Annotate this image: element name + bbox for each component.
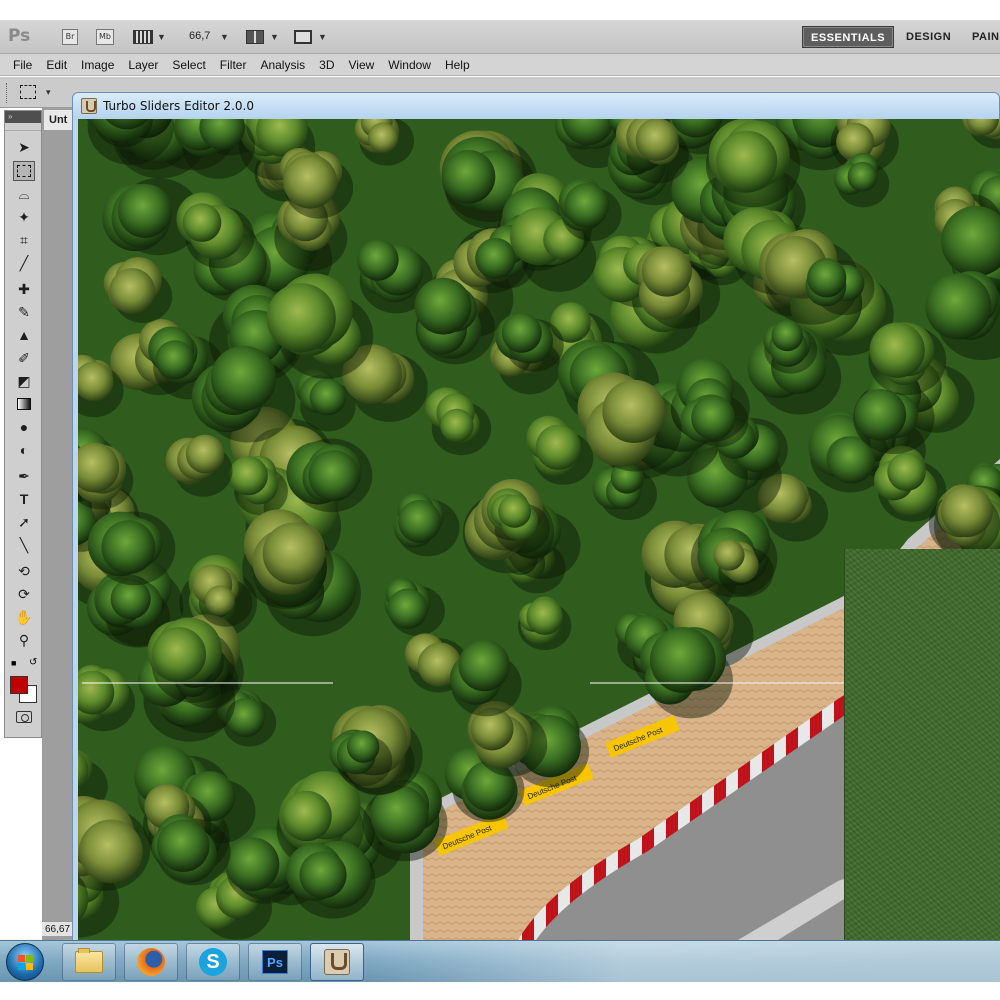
panel-collapse-icon[interactable]: » (5, 111, 41, 123)
workspace-essentials-button[interactable]: ESSENTIALS (802, 26, 895, 48)
taskbar: S Ps (0, 940, 1000, 983)
move-icon[interactable]: ➤ (13, 137, 35, 157)
windows-explorer-button[interactable] (62, 943, 116, 981)
firefox-icon (137, 948, 165, 976)
crop-icon[interactable]: ⌗ (13, 230, 35, 250)
view-extras-button[interactable] (133, 30, 153, 44)
chevron-down-icon[interactable]: ▼ (270, 32, 279, 42)
eyedropper-icon[interactable]: ╱ (13, 253, 35, 273)
gradient-icon[interactable] (13, 394, 35, 414)
skype-button[interactable]: S (186, 943, 240, 981)
menu-view[interactable]: View (341, 58, 381, 72)
swap-colors-icon[interactable]: ↺ (29, 657, 37, 668)
skype-icon: S (199, 948, 227, 976)
track-map-canvas[interactable]: Deutsche Post Deutsche Post Deutsche Pos… (78, 119, 1000, 940)
lasso-icon[interactable]: ⌓ (13, 184, 35, 204)
bottom-margin (0, 982, 1000, 1000)
menu-help[interactable]: Help (438, 58, 477, 72)
tool-preset-picker[interactable]: ▾ (46, 87, 51, 98)
chevron-down-icon[interactable]: ▼ (157, 32, 166, 42)
minibridge-button[interactable]: Mb (96, 29, 114, 45)
windows-explorer-icon (75, 948, 103, 973)
type-icon[interactable]: T (13, 489, 35, 509)
path-selection-icon[interactable]: ➚ (13, 512, 35, 532)
status-zoom-field[interactable]: 66,67 (42, 921, 76, 936)
foreground-color-swatch[interactable] (10, 676, 28, 694)
start-icon[interactable] (6, 943, 44, 981)
zoom-icon[interactable]: ⚲ (13, 630, 35, 650)
menu-3d[interactable]: 3D (312, 58, 341, 72)
photoshop-icon: Ps (262, 950, 288, 974)
magic-wand-icon[interactable]: ✦ (13, 207, 35, 227)
menu-edit[interactable]: Edit (39, 58, 74, 72)
photoshop-app-bar: Ps Br Mb ▼ 66,7 ▼ ▼ ▼ ESSENTIALS DESIGN … (0, 20, 1000, 54)
grass-texture-tile (844, 549, 1000, 940)
chevron-down-icon[interactable]: ▼ (220, 32, 229, 42)
menu-filter[interactable]: Filter (213, 58, 254, 72)
options-bar-grip[interactable] (6, 83, 10, 103)
arrange-documents-icon[interactable] (246, 30, 264, 44)
3d-orbit-icon[interactable]: ⟳ (13, 584, 35, 604)
editor-title-bar[interactable]: Turbo Sliders Editor 2.0.0 (72, 92, 1000, 120)
bridge-button[interactable]: Br (62, 29, 78, 45)
workspace-painting-button[interactable]: PAIN (964, 26, 1000, 48)
menu-file[interactable]: File (6, 58, 39, 72)
rectangular-marquee-icon[interactable] (20, 85, 36, 99)
line-icon[interactable]: ╲ (13, 535, 35, 555)
blur-icon[interactable]: ● (13, 417, 35, 437)
turbo-sliders-button[interactable] (310, 943, 364, 981)
menu-select[interactable]: Select (165, 58, 212, 72)
firefox-button[interactable] (124, 943, 178, 981)
zoom-level-field[interactable]: 66,7 (189, 30, 210, 42)
menu-window[interactable]: Window (381, 58, 438, 72)
spot-healing-icon[interactable]: ✚ (13, 279, 35, 299)
menu-bar: File Edit Image Layer Select Filter Anal… (0, 54, 1000, 76)
menu-layer[interactable]: Layer (121, 58, 165, 72)
brush-icon[interactable]: ✎ (13, 302, 35, 322)
turbo-sliders-icon (81, 98, 97, 114)
chevron-down-icon[interactable]: ▼ (318, 32, 327, 42)
photoshop-logo: Ps (8, 26, 31, 46)
menu-analysis[interactable]: Analysis (253, 58, 312, 72)
tools-panel: » ➤ ⌓ ✦ ⌗ ╱ ✚ ✎ ▲ ✐ ◩ ● ◐ ✒ T ➚ ╲ ⟲ ⟳ ✋ … (4, 110, 42, 738)
screen-mode-icon[interactable] (294, 30, 312, 44)
3d-rotate-icon[interactable]: ⟲ (13, 561, 35, 581)
eraser-icon[interactable]: ◩ (13, 371, 35, 391)
default-colors-icon[interactable]: ■ (11, 658, 16, 668)
dodge-icon[interactable]: ◐ (13, 440, 35, 460)
history-brush-icon[interactable]: ✐ (13, 348, 35, 368)
desktop-strip (370, 941, 1000, 983)
clone-stamp-icon[interactable]: ▲ (13, 325, 35, 345)
panel-grip[interactable] (5, 123, 41, 131)
hand-icon[interactable]: ✋ (13, 607, 35, 627)
rectangular-marquee-icon[interactable] (13, 161, 35, 181)
workspace-design-button[interactable]: DESIGN (898, 26, 959, 48)
screen: Ps Br Mb ▼ 66,7 ▼ ▼ ▼ ESSENTIALS DESIGN … (0, 0, 1000, 1000)
pen-icon[interactable]: ✒ (13, 466, 35, 486)
turbo-sliders-icon (324, 949, 350, 975)
menu-image[interactable]: Image (74, 58, 121, 72)
quick-mask-icon[interactable] (16, 711, 32, 723)
editor-window-title: Turbo Sliders Editor 2.0.0 (103, 99, 254, 113)
photoshop-button[interactable]: Ps (248, 943, 302, 981)
